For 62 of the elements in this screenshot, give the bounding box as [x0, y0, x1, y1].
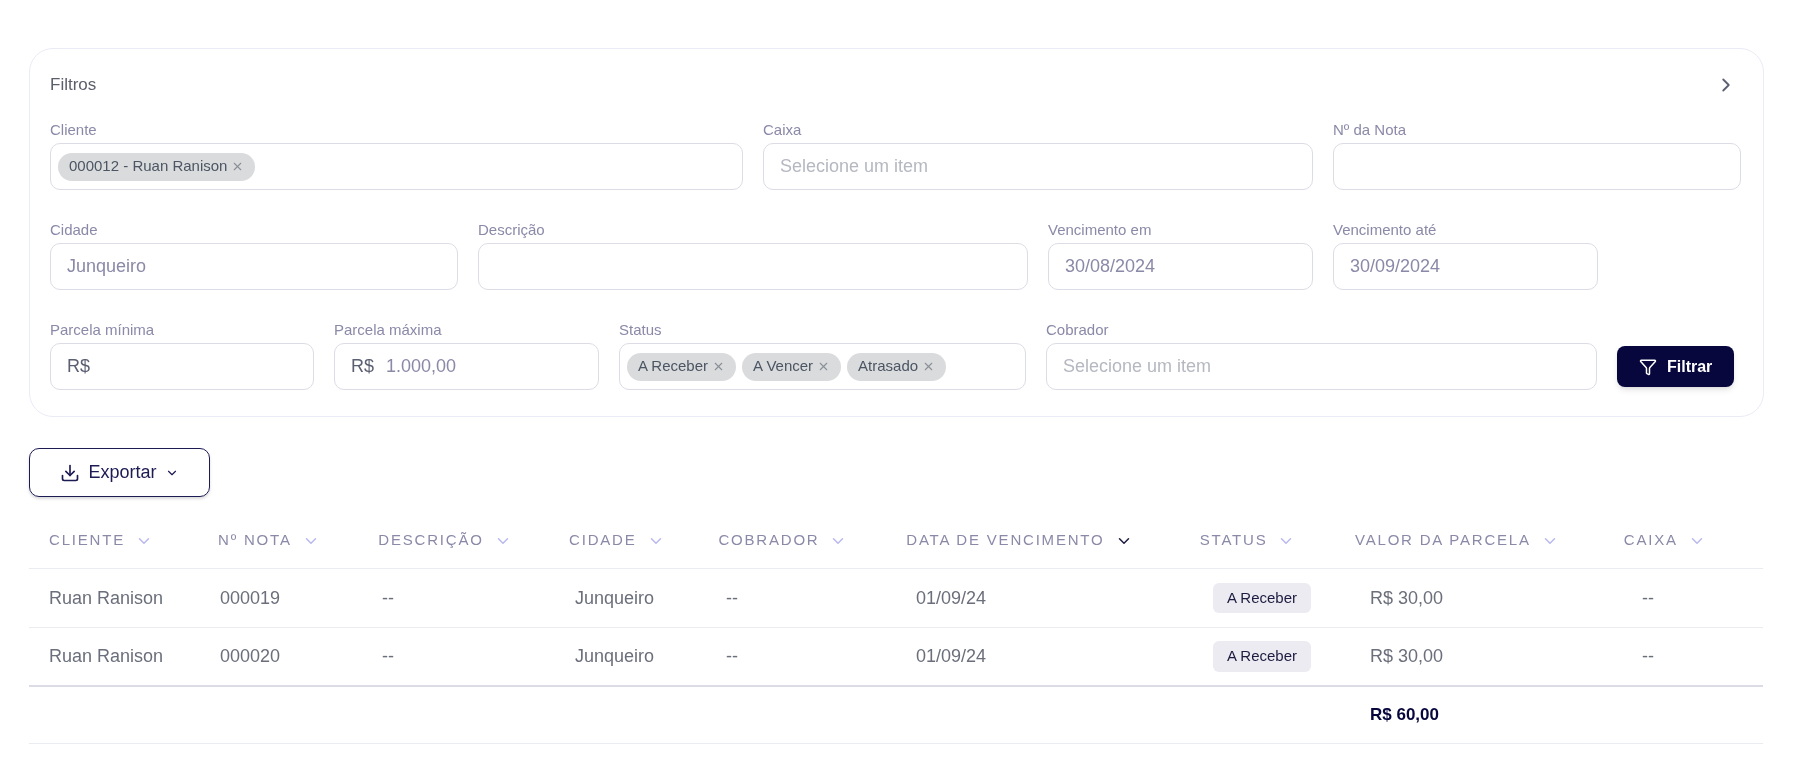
input-field[interactable] [478, 243, 1028, 290]
select-field[interactable]: A Receber A Vencer Atrasado [619, 343, 1026, 390]
column-header[interactable]: CAIXA [1623, 529, 1678, 552]
filter-icon [1639, 357, 1657, 376]
column-header[interactable]: DESCRIÇÃO [378, 529, 484, 552]
status-badge: A Receber [1213, 641, 1312, 672]
currency-prefix: R$ [351, 355, 374, 378]
field-label: Vencimento em [1048, 220, 1153, 239]
table-cell: 01/09/24 [916, 587, 987, 608]
table-cell: Junqueiro [575, 646, 655, 666]
column-header[interactable]: VALOR DA PARCELA [1355, 529, 1531, 552]
export-button[interactable]: Exportar [29, 448, 210, 497]
table-cell: R$ 30,00 [1370, 587, 1444, 608]
table-cell: 000020 [220, 646, 281, 666]
table-cell: -- [726, 587, 738, 608]
column-header[interactable]: COBRADOR [718, 529, 820, 552]
input-field[interactable]: R$ [50, 343, 314, 390]
tag-label: A Vencer [753, 356, 814, 377]
column-header[interactable]: Nº NOTA [218, 529, 292, 552]
field-label: Cobrador [1046, 320, 1110, 339]
field-label: Status [619, 320, 663, 339]
panel-title: Filtros [50, 74, 97, 97]
column-header[interactable]: DATA DE VENCIMENTO [906, 529, 1105, 552]
input-field[interactable]: Selecione um item [1046, 343, 1597, 390]
filter-button[interactable]: Filtrar [1617, 346, 1735, 387]
table-cell: -- [1642, 587, 1654, 608]
field-label: Parcela máxima [334, 320, 443, 339]
column-header[interactable]: CLIENTE [49, 529, 125, 552]
input-field[interactable]: R$ 1.000,00 [334, 343, 599, 390]
field-label: Parcela mínima [50, 320, 156, 339]
table-cell: -- [382, 646, 394, 666]
field-label: Caixa [763, 120, 803, 139]
table-cell: Ruan Ranison [49, 646, 164, 666]
currency-prefix: R$ [67, 355, 90, 378]
table-cell: -- [726, 646, 738, 666]
status-badge: A Receber [1213, 582, 1312, 614]
select-field[interactable]: 000012 - Ruan Ranison [50, 143, 743, 190]
column-header[interactable]: CIDADE [569, 529, 637, 552]
tag-label: Atrasado [858, 356, 919, 377]
input-field[interactable]: Junqueiro [50, 243, 458, 290]
field-label: Cliente [50, 120, 98, 139]
table-cell: Ruan Ranison [49, 587, 164, 608]
input-field[interactable]: 30/08/2024 [1048, 243, 1313, 290]
table-cell: -- [382, 587, 394, 608]
download-icon [60, 462, 81, 483]
field-value: 1.000,00 [386, 355, 457, 378]
table-cell: R$ 30,00 [1370, 646, 1444, 666]
tag-label: 000012 - Ruan Ranison [69, 156, 228, 177]
field-label: Cidade [50, 220, 99, 239]
table-cell: 01/09/24 [916, 646, 987, 666]
table-cell: 000019 [220, 587, 281, 608]
field-label: Vencimento até [1333, 220, 1438, 239]
input-field[interactable]: 30/09/2024 [1333, 243, 1598, 290]
field-label: Descrição [478, 220, 546, 239]
table-cell: Junqueiro [575, 587, 655, 608]
table-cell: -- [1642, 646, 1654, 666]
total-value: R$ 60,00 [1369, 704, 1439, 727]
field-label: Nº da Nota [1333, 120, 1407, 139]
input-field[interactable]: Selecione um item [763, 143, 1313, 190]
input-field[interactable] [1333, 143, 1741, 190]
tag-label: A Receber [638, 356, 709, 377]
column-header[interactable]: STATUS [1199, 529, 1268, 552]
